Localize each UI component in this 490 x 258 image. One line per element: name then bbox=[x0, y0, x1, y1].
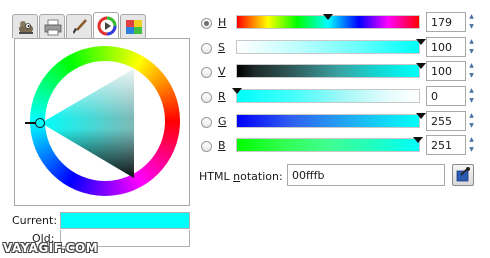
slider-marker-r[interactable] bbox=[232, 88, 242, 94]
spinbox-s[interactable]: 100 bbox=[426, 37, 466, 57]
printer-icon bbox=[44, 19, 62, 36]
spin-down-h[interactable]: ▼ bbox=[467, 22, 476, 31]
spin-up-r[interactable]: ▲ bbox=[467, 86, 476, 95]
slider-marker-h[interactable] bbox=[323, 14, 333, 20]
spin-up-v[interactable]: ▲ bbox=[467, 61, 476, 70]
spinbox-value-r: 0 bbox=[431, 90, 438, 103]
spin-down-b[interactable]: ▼ bbox=[467, 145, 476, 154]
gimp-icon bbox=[19, 21, 33, 34]
paintbrush-icon bbox=[73, 19, 87, 34]
spinbox-value-g: 255 bbox=[431, 115, 452, 128]
spinbox-g[interactable]: 255 bbox=[426, 111, 466, 131]
palette-icon bbox=[126, 20, 142, 34]
spinbox-value-b: 251 bbox=[431, 139, 452, 152]
radio-h[interactable] bbox=[201, 18, 212, 29]
label-b: B bbox=[218, 139, 226, 152]
slider-marker-v[interactable] bbox=[416, 63, 426, 69]
tab-printer[interactable] bbox=[39, 14, 65, 38]
sv-marker[interactable] bbox=[35, 118, 45, 128]
spin-buttons-g: ▲ ▼ bbox=[467, 111, 476, 131]
spinbox-h[interactable]: 179 bbox=[426, 12, 466, 32]
spin-down-g[interactable]: ▼ bbox=[467, 121, 476, 130]
slider-s[interactable] bbox=[236, 39, 426, 54]
radio-g[interactable] bbox=[201, 117, 212, 128]
spin-buttons-v: ▲ ▼ bbox=[467, 61, 476, 81]
spinbox-value-h: 179 bbox=[431, 16, 452, 29]
tab-gimp[interactable] bbox=[12, 14, 38, 38]
spin-up-g[interactable]: ▲ bbox=[467, 111, 476, 120]
spinbox-b[interactable]: 251 bbox=[426, 135, 466, 155]
current-label: Current: bbox=[12, 214, 58, 227]
spin-down-r[interactable]: ▼ bbox=[467, 96, 476, 105]
spin-buttons-b: ▲ ▼ bbox=[467, 135, 476, 155]
spinbox-r[interactable]: 0 bbox=[426, 86, 466, 106]
slider-marker-s[interactable] bbox=[416, 39, 426, 45]
tab-paintbrush[interactable] bbox=[66, 14, 92, 38]
spin-down-s[interactable]: ▼ bbox=[467, 47, 476, 56]
label-v: V bbox=[218, 65, 226, 78]
current-color-swatch bbox=[60, 212, 190, 229]
color-wheel-icon bbox=[97, 16, 117, 36]
radio-r[interactable] bbox=[201, 92, 212, 103]
label-h: H bbox=[218, 16, 227, 29]
spin-up-s[interactable]: ▲ bbox=[467, 37, 476, 46]
spinbox-v[interactable]: 100 bbox=[426, 61, 466, 81]
spin-down-v[interactable]: ▼ bbox=[467, 71, 476, 80]
label-g: G bbox=[218, 115, 227, 128]
spin-up-h[interactable]: ▲ bbox=[467, 12, 476, 21]
html-notation-value: 00fffb bbox=[292, 169, 325, 182]
radio-b[interactable] bbox=[201, 141, 212, 152]
color-wheel-panel[interactable] bbox=[14, 38, 190, 206]
slider-h[interactable] bbox=[236, 14, 420, 29]
radio-v[interactable] bbox=[201, 67, 212, 78]
spin-buttons-r: ▲ ▼ bbox=[467, 86, 476, 106]
watermark: VAYAGIF.COM bbox=[3, 241, 99, 255]
html-notation-input[interactable]: 00fffb bbox=[287, 164, 445, 186]
eyedropper-icon bbox=[456, 167, 470, 182]
color-picker-button[interactable] bbox=[452, 164, 474, 186]
slider-g[interactable] bbox=[236, 113, 426, 128]
slider-b[interactable] bbox=[236, 137, 423, 152]
slider-v[interactable] bbox=[236, 63, 426, 78]
label-r: R bbox=[218, 90, 226, 103]
spin-up-b[interactable]: ▲ bbox=[467, 135, 476, 144]
tab-palette[interactable] bbox=[120, 14, 146, 38]
tab-color-wheel[interactable] bbox=[93, 12, 119, 39]
label-s: S bbox=[218, 41, 225, 54]
html-notation-label: HTML notation: bbox=[199, 170, 283, 183]
spinbox-value-v: 100 bbox=[431, 65, 452, 78]
spin-buttons-s: ▲ ▼ bbox=[467, 37, 476, 57]
slider-r[interactable] bbox=[232, 88, 420, 103]
spin-buttons-h: ▲ ▼ bbox=[467, 12, 476, 32]
spinbox-value-s: 100 bbox=[431, 41, 452, 54]
slider-marker-g[interactable] bbox=[416, 113, 426, 119]
radio-s[interactable] bbox=[201, 43, 212, 54]
slider-marker-b[interactable] bbox=[413, 137, 423, 143]
